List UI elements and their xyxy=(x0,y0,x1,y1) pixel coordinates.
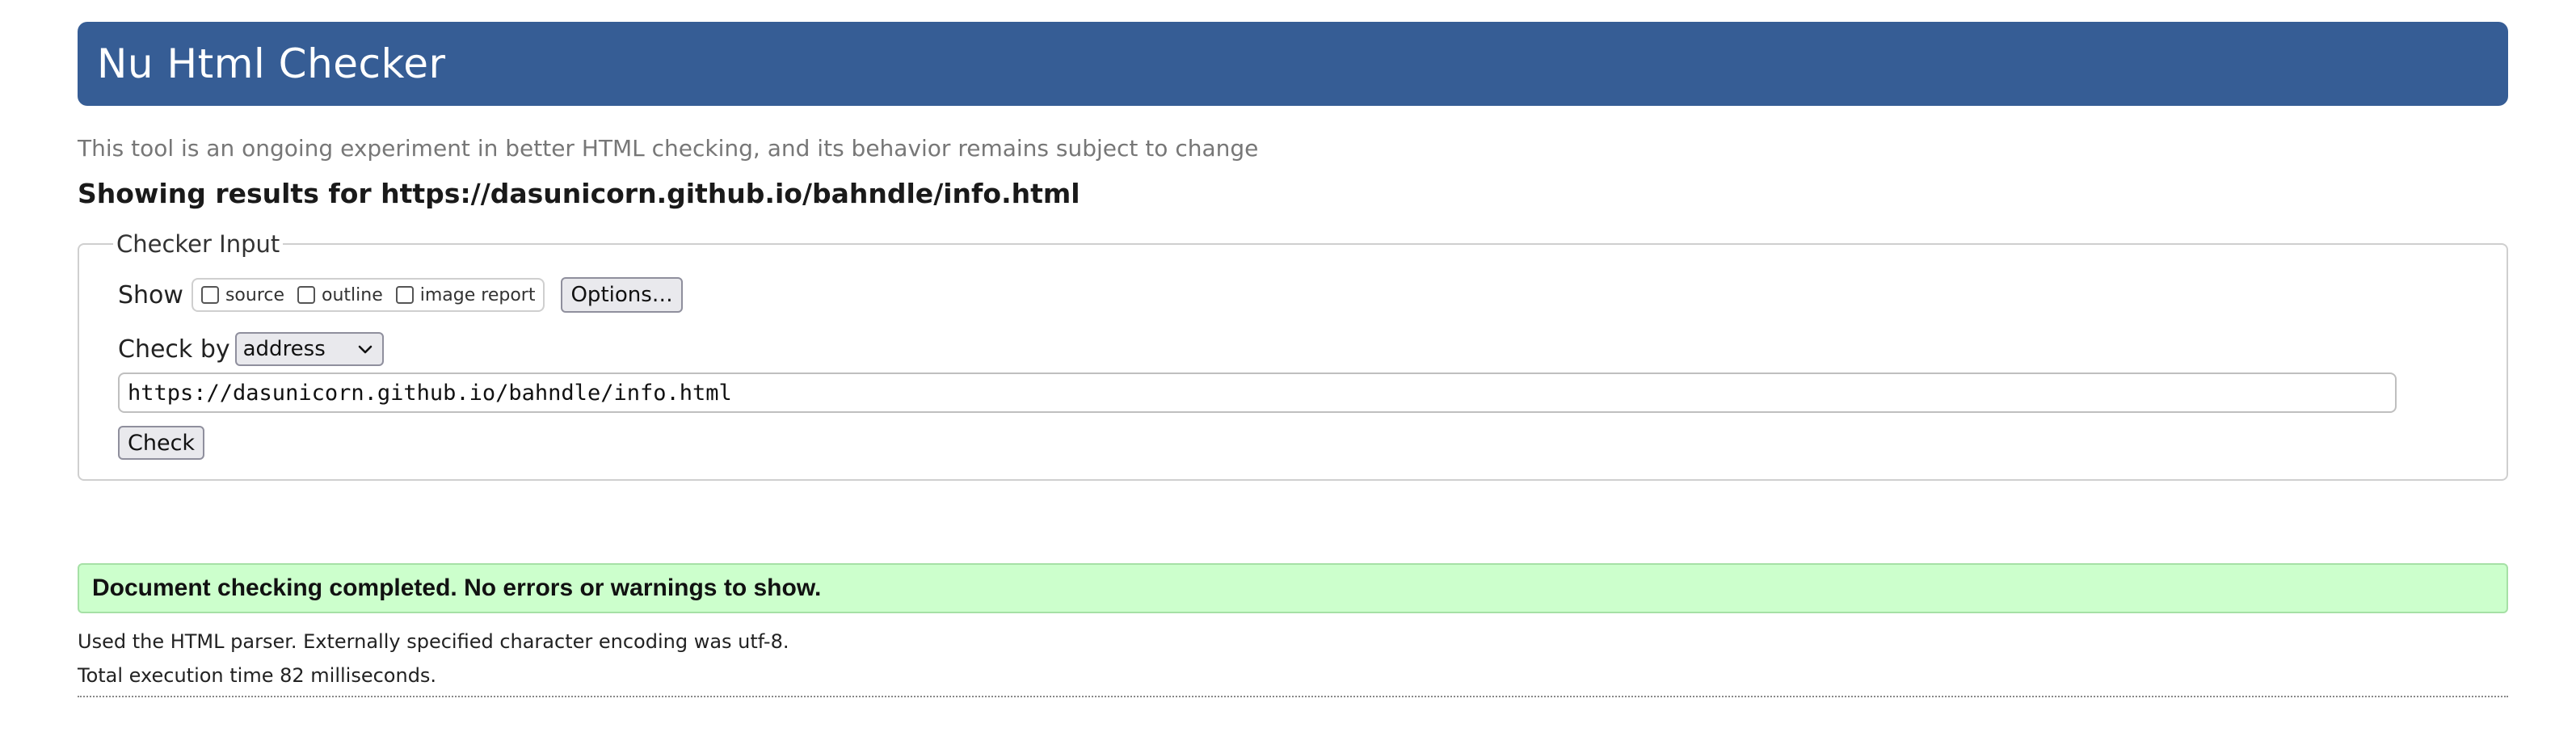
show-source-option[interactable]: source xyxy=(200,284,285,305)
divider xyxy=(78,696,2508,697)
results-heading: Showing results for https://dasunicorn.g… xyxy=(78,178,1080,209)
show-outline-option[interactable]: outline xyxy=(297,285,383,305)
app-title: Nu Html Checker xyxy=(97,40,446,87)
chevron-down-icon xyxy=(358,345,372,354)
url-input[interactable] xyxy=(118,372,2397,413)
execution-time: Total execution time 82 milliseconds. xyxy=(78,664,437,687)
parser-info: Used the HTML parser. Externally specifi… xyxy=(78,630,789,653)
success-message-box: Document checking completed. No errors o… xyxy=(78,563,2508,613)
checker-input-panel: Checker Input Show source outline image … xyxy=(78,230,2508,481)
options-button[interactable]: Options… xyxy=(561,277,683,313)
show-row: Show source outline image report Options… xyxy=(118,277,2468,313)
show-outline-label: outline xyxy=(322,284,383,305)
result-details: Used the HTML parser. Externally specifi… xyxy=(78,625,2508,692)
check-button[interactable]: Check xyxy=(118,426,205,460)
check-by-selected-value: address xyxy=(242,337,326,361)
checker-input-legend: Checker Input xyxy=(116,230,280,258)
show-image-report-label: image report xyxy=(419,284,536,305)
show-options-group: source outline image report xyxy=(191,278,545,312)
success-message: Document checking completed. No errors o… xyxy=(92,575,822,601)
check-by-select[interactable]: address xyxy=(234,332,384,366)
check-by-label: Check by xyxy=(118,335,230,364)
show-image-report-option[interactable]: image report xyxy=(395,284,536,305)
checkbox-unchecked-icon[interactable] xyxy=(200,286,219,304)
checkbox-unchecked-icon[interactable] xyxy=(297,286,316,304)
check-by-row: Check by address xyxy=(118,332,2468,366)
app-header: Nu Html Checker xyxy=(78,22,2508,106)
tagline: This tool is an ongoing experiment in be… xyxy=(78,135,1259,162)
checkbox-unchecked-icon[interactable] xyxy=(395,286,414,304)
show-source-label: source xyxy=(225,284,285,305)
show-label: Show xyxy=(118,280,183,309)
page: Nu Html Checker This tool is an ongoing … xyxy=(78,22,2508,704)
